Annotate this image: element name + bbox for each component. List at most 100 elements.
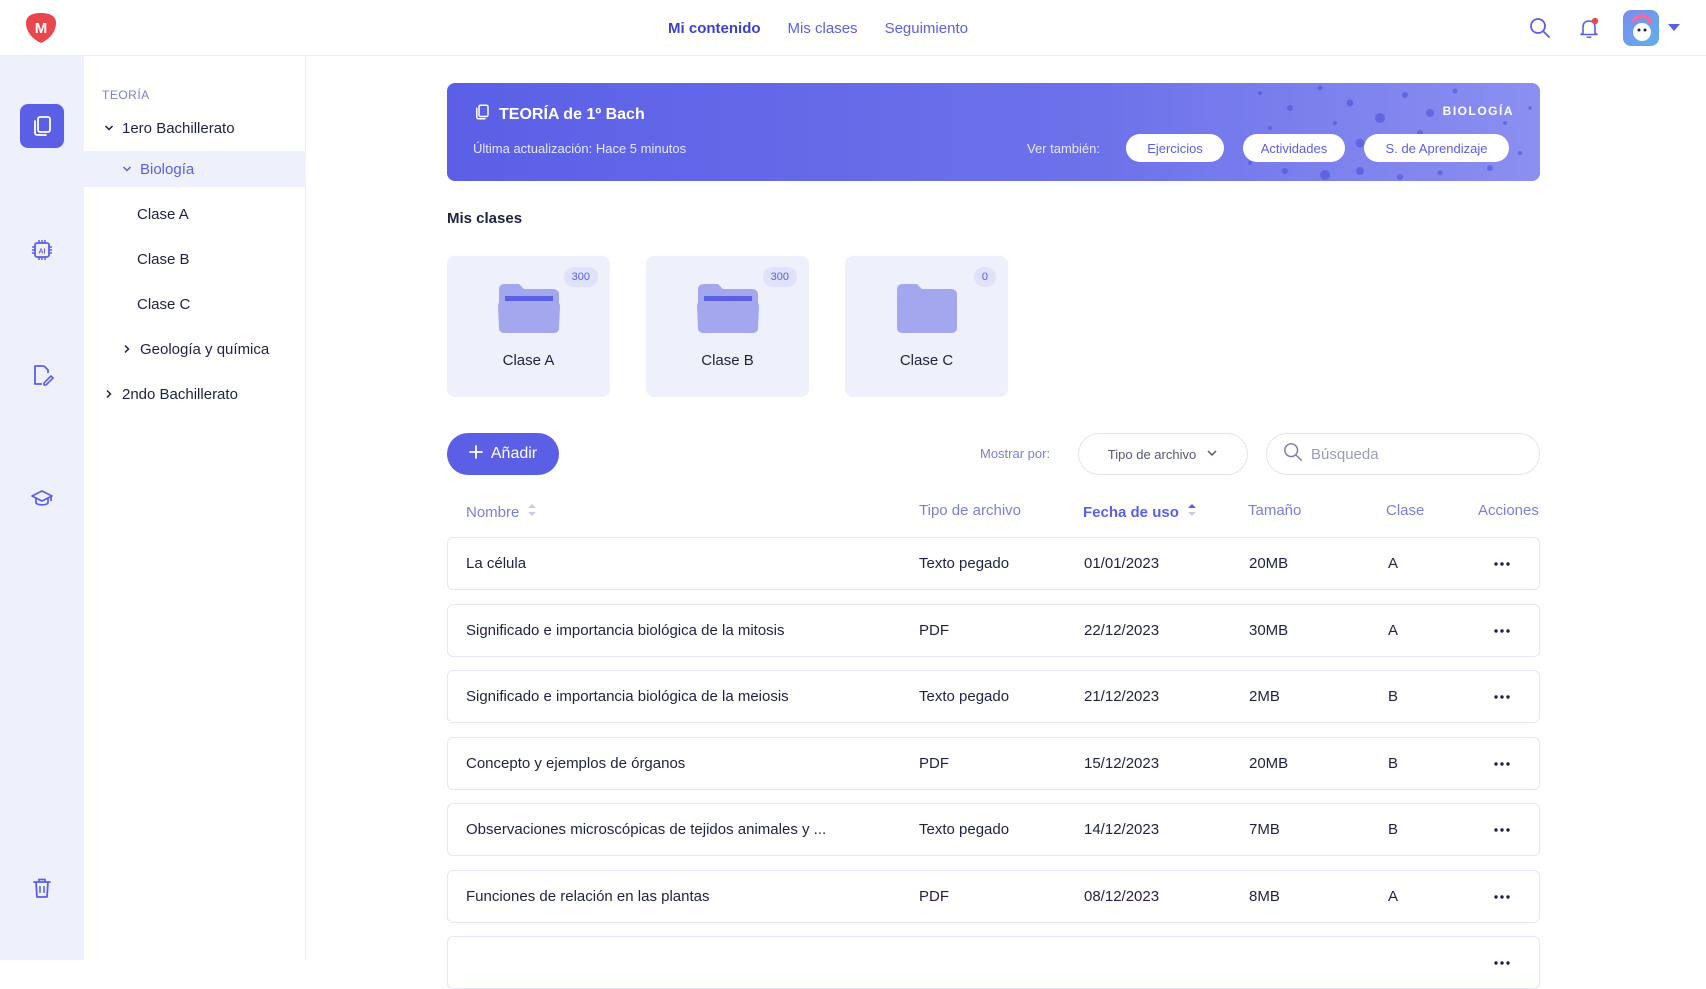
search-icon — [1283, 442, 1303, 467]
svg-text:AI: AI — [39, 249, 46, 256]
nav-mis-clases[interactable]: Mis clases — [788, 20, 858, 37]
tree-item-label: 1ero Bachillerato — [122, 119, 235, 137]
top-bar: M Mi contenido Mis clases Seguimiento — [0, 0, 1706, 56]
last-update-text: Última actualización: Hace 5 minutos — [473, 141, 687, 156]
folder-card-clase-a[interactable]: 300 Clase A — [447, 256, 610, 397]
file-date-cell: 21/12/2023 — [1084, 688, 1160, 705]
column-header-type[interactable]: Tipo de archivo — [919, 502, 1021, 519]
tree-item-clase-c[interactable]: Clase C — [84, 286, 306, 322]
add-button[interactable]: Añadir — [447, 433, 559, 475]
file-class-cell: B — [1388, 688, 1399, 705]
open-folder-icon — [497, 280, 561, 341]
column-header-label: Nombre — [466, 503, 520, 521]
tree-item-clase-b[interactable]: Clase B — [84, 241, 306, 277]
table-row[interactable]: Observaciones microscópicas de tejidos a… — [447, 803, 1540, 856]
table-row[interactable]: Concepto y ejemplos de órganos PDF 15/12/2… — [447, 737, 1540, 790]
column-header-name[interactable]: Nombre — [466, 502, 537, 522]
table-row[interactable]: Funciones de relación en las plantas PDF 0… — [447, 870, 1540, 923]
folder-label: Clase B — [701, 352, 754, 369]
sort-ascending-icon — [1187, 502, 1197, 522]
file-date-cell: 08/12/2023 — [1084, 888, 1160, 905]
notification-bell-icon[interactable] — [1577, 16, 1601, 40]
file-size-cell: 8MB — [1249, 888, 1280, 905]
link-s-de-aprendizaje-button[interactable]: S. de Aprendizaje — [1364, 134, 1509, 162]
link-actividades-button[interactable]: Actividades — [1243, 134, 1345, 162]
search-field — [1266, 433, 1540, 475]
nav-seguimiento[interactable]: Seguimiento — [885, 20, 968, 37]
file-type-cell: Texto pegado — [919, 821, 1010, 838]
column-header-class[interactable]: Clase — [1386, 502, 1424, 519]
file-size-cell: 7MB — [1249, 821, 1280, 838]
file-name-cell: Concepto y ejemplos de órganos — [466, 755, 686, 772]
documents-icon — [473, 103, 491, 126]
search-icon[interactable] — [1528, 16, 1552, 40]
more-actions-icon[interactable] — [1489, 817, 1515, 843]
file-type-select[interactable]: Tipo de archivo — [1078, 433, 1248, 475]
more-actions-icon[interactable] — [1489, 684, 1515, 710]
graduation-cap-icon[interactable] — [20, 477, 64, 521]
sort-icon — [527, 502, 537, 522]
file-name-cell: Significado e importancia biológica de l… — [466, 622, 785, 639]
folder-icon — [895, 280, 959, 341]
folder-card-clase-c[interactable]: 0 Clase C — [845, 256, 1008, 397]
more-actions-icon[interactable] — [1489, 618, 1515, 644]
file-date-cell: 01/01/2023 — [1084, 555, 1160, 572]
tree-item-biologia[interactable]: Biología — [84, 151, 306, 187]
more-actions-icon[interactable] — [1489, 551, 1515, 577]
file-class-cell: B — [1388, 755, 1399, 772]
file-size-cell: 2MB — [1249, 688, 1280, 705]
file-type-cell: PDF — [919, 888, 949, 905]
file-name-cell: La célula — [466, 555, 527, 572]
chevron-right-icon — [120, 342, 134, 356]
file-class-cell: B — [1388, 821, 1399, 838]
file-type-cell: Texto pegado — [919, 688, 1010, 705]
folder-label: Clase C — [899, 352, 954, 369]
more-actions-icon[interactable] — [1489, 950, 1515, 976]
add-button-label: Añadir — [490, 445, 538, 462]
chevron-down-icon[interactable] — [1668, 24, 1680, 31]
file-type-select-value: Tipo de archivo — [1107, 446, 1197, 462]
chevron-right-icon — [102, 387, 116, 401]
tree-item-label: Biología — [140, 160, 195, 178]
link-ejercicios-button[interactable]: Ejercicios — [1126, 134, 1224, 162]
folder-card-clase-b[interactable]: 300 Clase B — [646, 256, 809, 397]
column-header-actions: Acciones — [1478, 502, 1539, 519]
tree-item-1ero-bachillerato[interactable]: 1ero Bachillerato — [84, 110, 306, 146]
file-size-cell: 20MB — [1249, 755, 1289, 772]
open-folder-icon — [696, 280, 760, 341]
file-class-cell: A — [1388, 555, 1399, 572]
table-row[interactable]: Significado e importancia biológica de l… — [447, 604, 1540, 657]
search-input[interactable] — [1311, 445, 1521, 463]
tree-item-label: Clase C — [137, 295, 191, 313]
more-actions-icon[interactable] — [1489, 751, 1515, 777]
file-count-badge: 0 — [973, 267, 996, 287]
tree-item-geologia-y-quimica[interactable]: Geología y química — [84, 331, 306, 367]
column-header-size[interactable]: Tamaño — [1248, 502, 1301, 519]
chevron-down-icon — [120, 162, 134, 176]
file-type-cell: Texto pegado — [919, 555, 1010, 572]
tree-item-clase-a[interactable]: Clase A — [84, 196, 306, 232]
file-class-cell: A — [1388, 622, 1399, 639]
file-date-cell: 14/12/2023 — [1084, 821, 1160, 838]
documents-icon[interactable] — [20, 104, 64, 148]
tree-item-label: Geología y química — [140, 340, 270, 358]
plus-icon — [468, 444, 483, 464]
column-header-date[interactable]: Fecha de uso — [1083, 502, 1197, 522]
ai-chip-icon[interactable]: AI — [20, 228, 64, 272]
nav-mi-contenido[interactable]: Mi contenido — [668, 20, 761, 37]
banner-title: TEORÍA de 1º Bach — [473, 103, 645, 126]
top-navigation: Mi contenido Mis clases Seguimiento — [0, 0, 1706, 56]
tree-item-2ndo-bachillerato[interactable]: 2ndo Bachillerato — [84, 376, 306, 412]
user-avatar[interactable] — [1623, 10, 1659, 46]
trash-icon[interactable] — [20, 866, 64, 910]
decorative-dots — [1248, 85, 1532, 180]
more-actions-icon[interactable] — [1489, 884, 1515, 910]
content-tree: TEORÍA 1ero Bachillerato Biología Clase … — [84, 56, 306, 960]
edit-document-icon[interactable] — [20, 353, 64, 397]
file-count-badge: 300 — [762, 267, 797, 287]
table-row[interactable]: La célula Texto pegado 01/01/2023 20MB A — [447, 537, 1540, 590]
table-row[interactable]: Significado e importancia biológica de l… — [447, 670, 1540, 723]
table-row[interactable] — [447, 936, 1540, 989]
file-type-cell: PDF — [919, 622, 949, 639]
file-name-cell: Significado e importancia biológica de l… — [466, 688, 789, 705]
